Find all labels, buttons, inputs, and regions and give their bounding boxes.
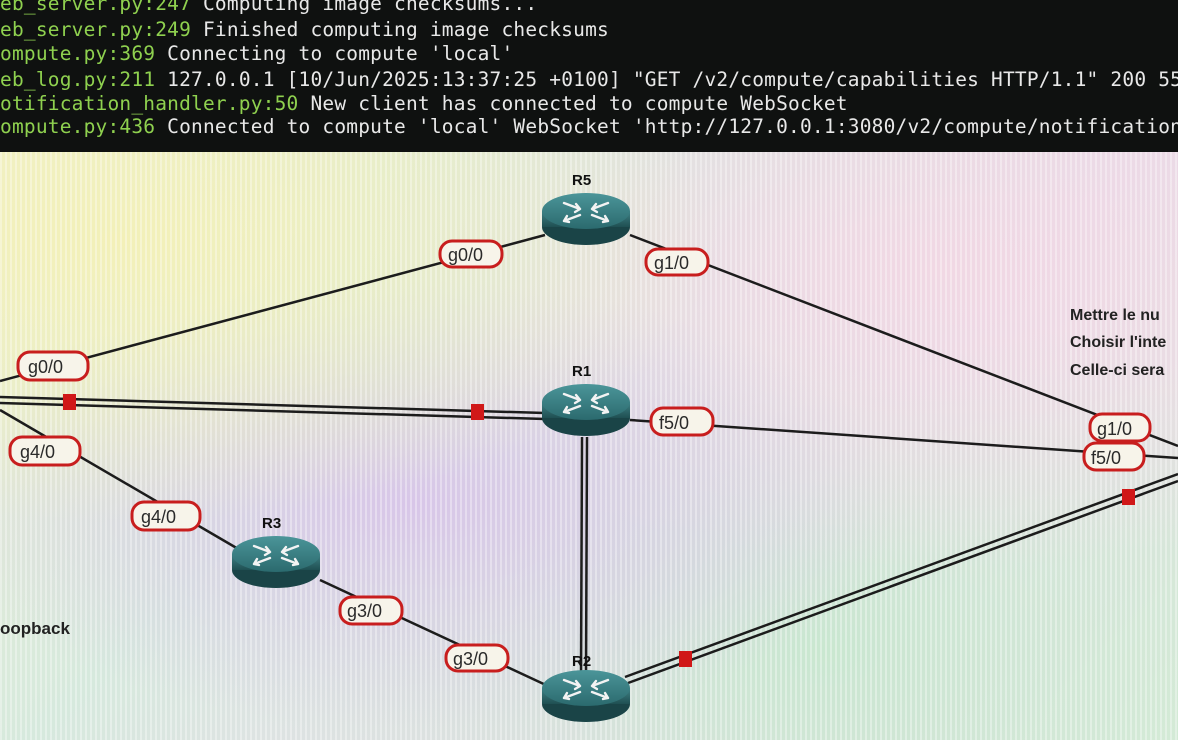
router-name: R5 [572, 172, 591, 189]
router-r1[interactable]: R1 [542, 363, 630, 436]
svg-text:g3/0: g3/0 [453, 649, 488, 669]
router-name: R1 [572, 363, 591, 380]
link-stopped-marker [679, 651, 692, 667]
svg-text:f5/0: f5/0 [659, 413, 689, 433]
svg-text:f5/0: f5/0 [1091, 448, 1121, 468]
router-r5[interactable]: R5 [542, 172, 630, 245]
note-line: Celle-ci sera [1070, 362, 1165, 379]
interface-label[interactable]: g1/0 [644, 247, 710, 277]
svg-text:g1/0: g1/0 [1097, 419, 1132, 439]
router-r2[interactable]: R2 [542, 653, 630, 722]
svg-text:g1/0: g1/0 [654, 253, 689, 273]
interface-label[interactable]: g4/0 [8, 435, 82, 467]
svg-text:g0/0: g0/0 [448, 245, 483, 265]
link-stopped-marker [63, 394, 76, 410]
svg-text:g3/0: g3/0 [347, 601, 382, 621]
note-loopback: oopback [0, 619, 70, 638]
interface-label[interactable]: g3/0 [444, 643, 510, 673]
interface-label[interactable]: f5/0 [1082, 441, 1146, 472]
note-line: Mettre le nu [1070, 307, 1160, 324]
interface-label[interactable]: g4/0 [130, 500, 202, 532]
link-left-r3[interactable] [0, 408, 241, 552]
links [0, 233, 1178, 688]
link-r2-right-a[interactable] [624, 472, 1178, 679]
interface-label[interactable]: g3/0 [338, 595, 404, 626]
router-name: R3 [262, 515, 281, 532]
topology-diagram: R5 R1 R3 R2 g0/0 g1/0 g0/0 g4/0 g4/0 g3/… [0, 172, 1178, 722]
note-line: Choisir l'inte [1070, 334, 1167, 351]
router-name: R2 [572, 653, 591, 670]
router-r3[interactable]: R3 [232, 515, 320, 588]
svg-text:g4/0: g4/0 [141, 507, 176, 527]
link-stopped-marker [1122, 489, 1135, 505]
link-stopped-marker [471, 404, 484, 420]
interface-label[interactable]: g0/0 [438, 239, 504, 269]
link-r1-r2-a[interactable] [579, 436, 584, 676]
svg-text:g0/0: g0/0 [28, 357, 63, 377]
interface-label[interactable]: g1/0 [1088, 412, 1152, 443]
svg-text:g4/0: g4/0 [20, 442, 55, 462]
link-r2-right-b[interactable] [627, 479, 1178, 685]
link-r1-r2-b[interactable] [584, 436, 589, 676]
interface-label[interactable]: g0/0 [16, 350, 90, 382]
interface-labels: g0/0 g1/0 g0/0 g4/0 g4/0 g3/0 g3/0 f5/0 [8, 239, 1152, 673]
interface-label[interactable]: f5/0 [649, 406, 715, 437]
